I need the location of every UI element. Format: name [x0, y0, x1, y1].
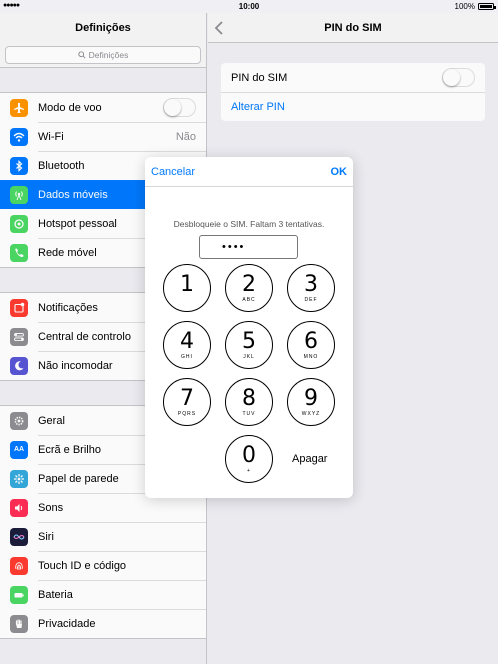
- key-digit: 6: [304, 328, 318, 354]
- key-letters: GHI: [181, 353, 193, 360]
- key-digit: 5: [242, 328, 256, 354]
- key-digit: 1: [180, 271, 194, 297]
- keypad-key-0[interactable]: 0 +: [225, 435, 273, 483]
- battery-level-icon: [478, 3, 496, 10]
- key-digit: 9: [304, 385, 318, 411]
- battery-status: 100%: [454, 2, 496, 11]
- keypad-key-8[interactable]: 8 TUV: [225, 378, 273, 426]
- keypad-key-4[interactable]: 4 GHI: [163, 321, 211, 369]
- dialog-toolbar: Cancelar OK: [145, 157, 353, 187]
- keypad-key-7[interactable]: 7 PQRS: [163, 378, 211, 426]
- key-digit: 7: [180, 385, 194, 411]
- key-letters: JKL: [243, 353, 255, 360]
- status-bar: ●●●●● 10:00 100%: [0, 0, 498, 13]
- cancel-button[interactable]: Cancelar: [151, 166, 195, 178]
- keypad-key-2[interactable]: 2 ABC: [225, 264, 273, 312]
- unlock-message: Desbloqueie o SIM. Faltam 3 tentativas.: [173, 219, 325, 229]
- keypad-key-6[interactable]: 6 MNO: [287, 321, 335, 369]
- keypad-key-5[interactable]: 5 JKL: [225, 321, 273, 369]
- key-letters: DEF: [304, 296, 318, 303]
- key-digit: 8: [242, 385, 256, 411]
- key-digit: 3: [304, 271, 318, 297]
- key-digit: 2: [242, 271, 256, 297]
- key-letters: ABC: [242, 296, 256, 303]
- key-letters: MNO: [303, 353, 319, 360]
- key-letters: PQRS: [177, 410, 197, 417]
- status-time: 10:00: [238, 2, 260, 11]
- battery-percent: 100%: [454, 2, 475, 11]
- delete-button[interactable]: Apagar: [292, 453, 327, 465]
- key-letters: TUV: [242, 410, 256, 417]
- keypad-key-9[interactable]: 9 WXYZ: [287, 378, 335, 426]
- key-letters: +: [247, 467, 251, 474]
- key-digit: 4: [180, 328, 194, 354]
- keypad-key-1[interactable]: 1: [163, 264, 211, 312]
- key-digit: 0: [242, 442, 256, 468]
- pin-input[interactable]: ••••: [199, 235, 298, 259]
- key-letters: WXYZ: [301, 410, 321, 417]
- ok-button[interactable]: OK: [331, 166, 348, 178]
- keypad-key-3[interactable]: 3 DEF: [287, 264, 335, 312]
- sim-unlock-dialog: Cancelar OK Desbloqueie o SIM. Faltam 3 …: [145, 157, 353, 498]
